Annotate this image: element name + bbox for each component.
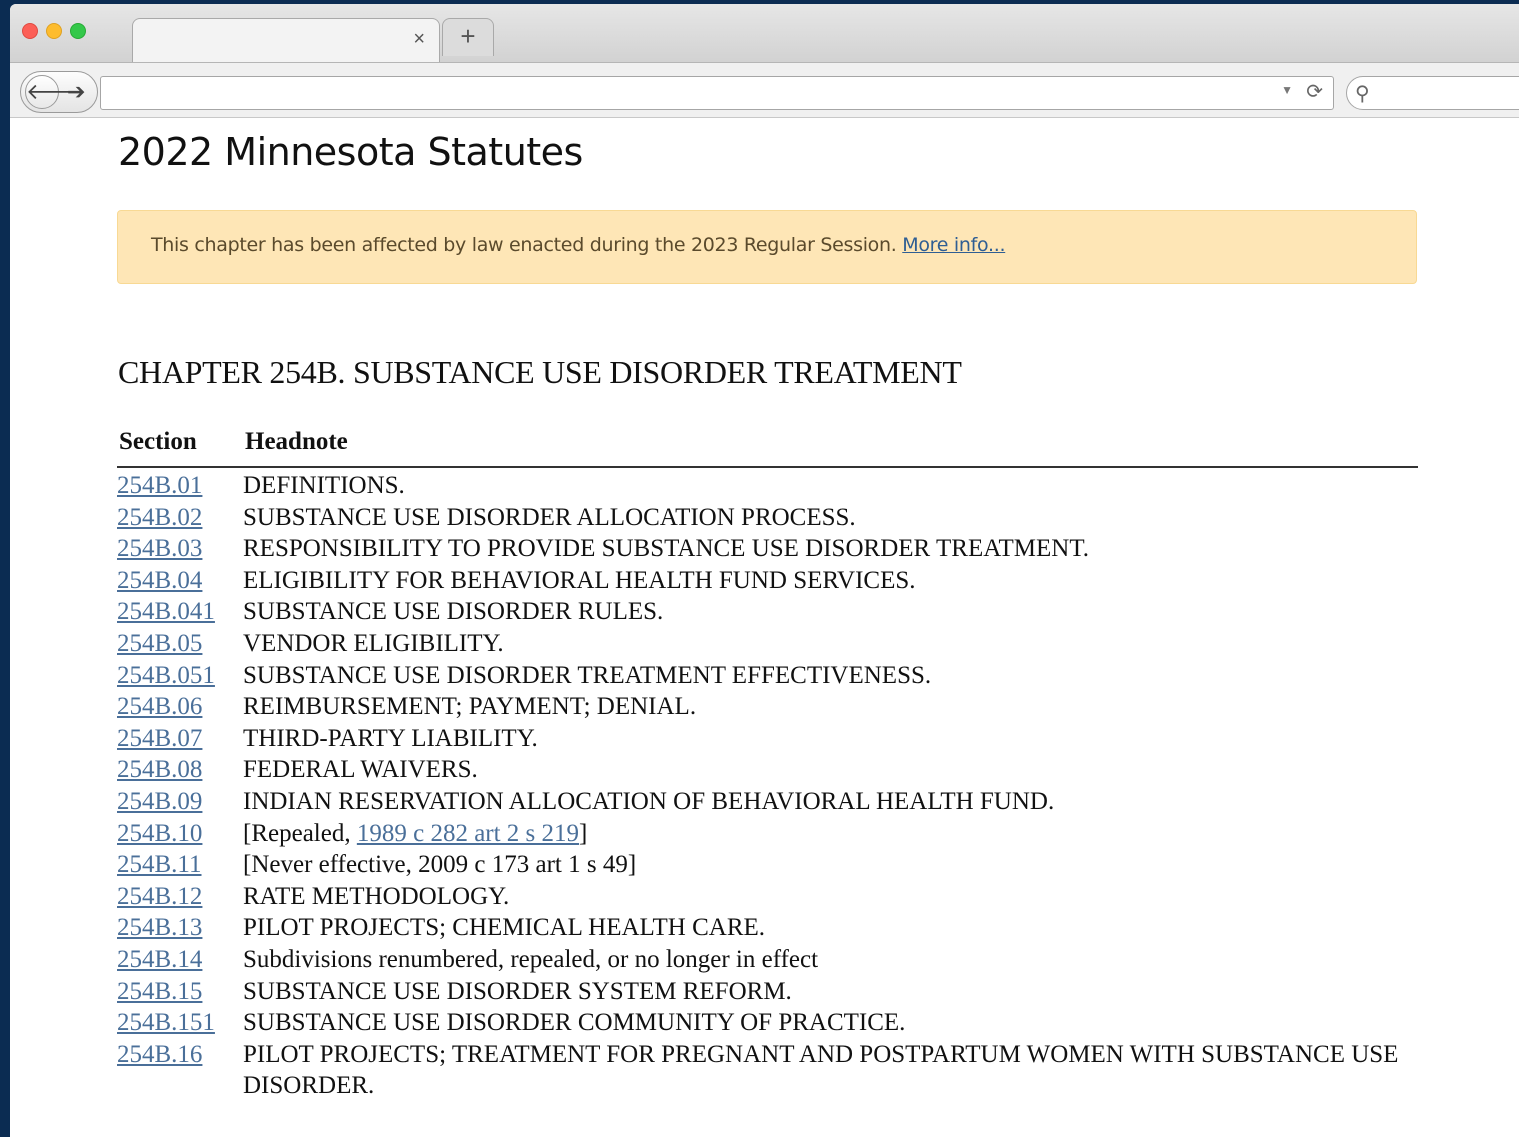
section-link[interactable]: 254B.10 (117, 820, 202, 847)
section-link[interactable]: 254B.07 (117, 725, 202, 752)
table-row: 254B.08 FEDERAL WAIVERS. (117, 754, 1418, 786)
page-content: 2022 Minnesota Statutes This chapter has… (10, 118, 1519, 1137)
headnote-prefix: [Repealed, (243, 819, 357, 847)
headnote: PILOT PROJECTS; TREATMENT FOR PREGNANT A… (243, 1040, 1399, 1100)
section-table: Section Headnote 254B.01 DEFINITIONS. 254… (117, 428, 1418, 1102)
table-row: 254B.06 REIMBURSEMENT; PAYMENT; DENIAL. (117, 691, 1418, 723)
headnote: INDIAN RESERVATION ALLOCATION OF BEHAVIO… (243, 787, 1055, 815)
table-row: 254B.11 [Never effective, 2009 c 173 art … (117, 849, 1418, 881)
headnote: FEDERAL WAIVERS. (243, 756, 478, 784)
section-link[interactable]: 254B.051 (117, 662, 215, 689)
page-title: 2022 Minnesota Statutes (118, 130, 583, 174)
notice-text-line: This chapter has been affected by law en… (151, 234, 1006, 256)
headnote: DEFINITIONS. (243, 472, 405, 499)
table-row: 254B.16 PILOT PROJECTS; TREATMENT FOR PRE… (117, 1039, 1418, 1102)
table-row: 254B.03 RESPONSIBILITY TO PROVIDE SUBSTAN… (117, 533, 1418, 565)
headnote: RATE METHODOLOGY. (243, 882, 510, 910)
close-tab-icon[interactable]: × (413, 29, 425, 49)
table-row: 254B.151 SUBSTANCE USE DISORDER COMMUNITY… (117, 1007, 1418, 1039)
table-row: 254B.15 SUBSTANCE USE DISORDER SYSTEM REF… (117, 976, 1418, 1008)
headnote: [Never effective, 2009 c 173 art 1 s 49] (243, 851, 637, 879)
section-link[interactable]: 254B.06 (117, 693, 202, 720)
headnote-suffix: ] (579, 819, 588, 847)
section-link[interactable]: 254B.041 (117, 598, 215, 625)
notice-text: This chapter has been affected by law en… (151, 234, 897, 256)
url-input[interactable]: ▼ ⟳ (100, 76, 1334, 110)
window-controls (22, 23, 86, 39)
section-link[interactable]: 254B.09 (117, 788, 202, 815)
table-row: 254B.02 SUBSTANCE USE DISORDER ALLOCATION… (117, 502, 1418, 534)
url-dropdown-icon[interactable]: ▼ (1281, 83, 1293, 97)
column-header-section: Section (119, 428, 197, 455)
table-row: 254B.09 INDIAN RESERVATION ALLOCATION OF … (117, 786, 1418, 818)
minimize-window-button[interactable] (46, 23, 62, 39)
chapter-title: CHAPTER 254B. SUBSTANCE USE DISORDER TRE… (118, 354, 962, 390)
section-link[interactable]: 254B.03 (117, 535, 202, 562)
table-row: 254B.10 [Repealed, 1989 c 282 art 2 s 219… (117, 818, 1418, 850)
section-link[interactable]: 254B.02 (117, 504, 202, 531)
headnote: SUBSTANCE USE DISORDER COMMUNITY OF PRAC… (243, 1009, 906, 1037)
headnote: SUBSTANCE USE DISORDER ALLOCATION PROCES… (243, 503, 856, 531)
session-notice: This chapter has been affected by law en… (117, 210, 1417, 284)
table-row: 254B.041 SUBSTANCE USE DISORDER RULES. (117, 596, 1418, 628)
table-row: 254B.12 RATE METHODOLOGY. (117, 881, 1418, 913)
column-header-headnote: Headnote (245, 428, 348, 455)
nav-toolbar: 🡐 ➔ ▼ ⟳ ⚲ (10, 62, 1519, 118)
search-input[interactable]: ⚲ (1346, 76, 1519, 110)
table-row: 254B.05 VENDOR ELIGIBILITY. (117, 628, 1418, 660)
zoom-window-button[interactable] (70, 23, 86, 39)
headnote: SUBSTANCE USE DISORDER TREATMENT EFFECTI… (243, 661, 932, 689)
nav-buttons: 🡐 ➔ (20, 71, 98, 113)
table-row: 254B.13 PILOT PROJECTS; CHEMICAL HEALTH C… (117, 912, 1418, 944)
headnote: THIRD-PARTY LIABILITY. (243, 724, 538, 752)
search-icon: ⚲ (1355, 83, 1370, 105)
headnote: REIMBURSEMENT; PAYMENT; DENIAL. (243, 693, 697, 721)
section-link[interactable]: 254B.16 (117, 1041, 202, 1068)
browser-window: × + 🡐 ➔ ▼ ⟳ ⚲ 2022 Minnesota Statutes Th… (10, 4, 1519, 1137)
more-info-link[interactable]: More info... (902, 234, 1005, 256)
headnote: PILOT PROJECTS; CHEMICAL HEALTH CARE. (243, 914, 766, 942)
tab-bar: × + (10, 4, 1519, 62)
table-body: 254B.01 DEFINITIONS. 254B.02 SUBSTANCE USE… (117, 468, 1418, 1102)
browser-tab[interactable]: × (132, 18, 440, 62)
section-link[interactable]: 254B.15 (117, 978, 202, 1005)
reload-icon[interactable]: ⟳ (1306, 79, 1323, 104)
table-row: 254B.07 THIRD-PARTY LIABILITY. (117, 723, 1418, 755)
table-row: 254B.01 DEFINITIONS. (117, 470, 1418, 502)
section-link[interactable]: 254B.01 (117, 472, 202, 499)
section-link[interactable]: 254B.08 (117, 756, 202, 783)
headnote: VENDOR ELIGIBILITY. (243, 629, 504, 657)
section-link[interactable]: 254B.14 (117, 946, 202, 973)
back-arrow-icon[interactable]: 🡐 (25, 75, 85, 109)
table-header: Section Headnote (117, 428, 1418, 468)
headnote: RESPONSIBILITY TO PROVIDE SUBSTANCE USE … (243, 535, 1089, 563)
headnote: SUBSTANCE USE DISORDER RULES. (243, 598, 664, 626)
headnote: Subdivisions renumbered, repealed, or no… (243, 945, 819, 973)
section-link[interactable]: 254B.05 (117, 630, 202, 657)
repeal-citation-link[interactable]: 1989 c 282 art 2 s 219 (357, 820, 579, 847)
section-link[interactable]: 254B.13 (117, 914, 202, 941)
headnote: SUBSTANCE USE DISORDER SYSTEM REFORM. (243, 977, 792, 1005)
close-window-button[interactable] (22, 23, 38, 39)
forward-arrow-icon[interactable]: ➔ (67, 76, 85, 108)
section-link[interactable]: 254B.151 (117, 1009, 215, 1036)
section-link[interactable]: 254B.04 (117, 567, 202, 594)
section-link[interactable]: 254B.11 (117, 851, 202, 878)
new-tab-button[interactable]: + (442, 18, 494, 56)
table-row: 254B.14 Subdivisions renumbered, repealed… (117, 944, 1418, 976)
table-row: 254B.04 ELIGIBILITY FOR BEHAVIORAL HEALTH… (117, 565, 1418, 597)
table-row: 254B.051 SUBSTANCE USE DISORDER TREATMENT… (117, 660, 1418, 692)
headnote: [Repealed, 1989 c 282 art 2 s 219] (243, 818, 1418, 850)
headnote: ELIGIBILITY FOR BEHAVIORAL HEALTH FUND S… (243, 566, 916, 594)
section-link[interactable]: 254B.12 (117, 883, 202, 910)
